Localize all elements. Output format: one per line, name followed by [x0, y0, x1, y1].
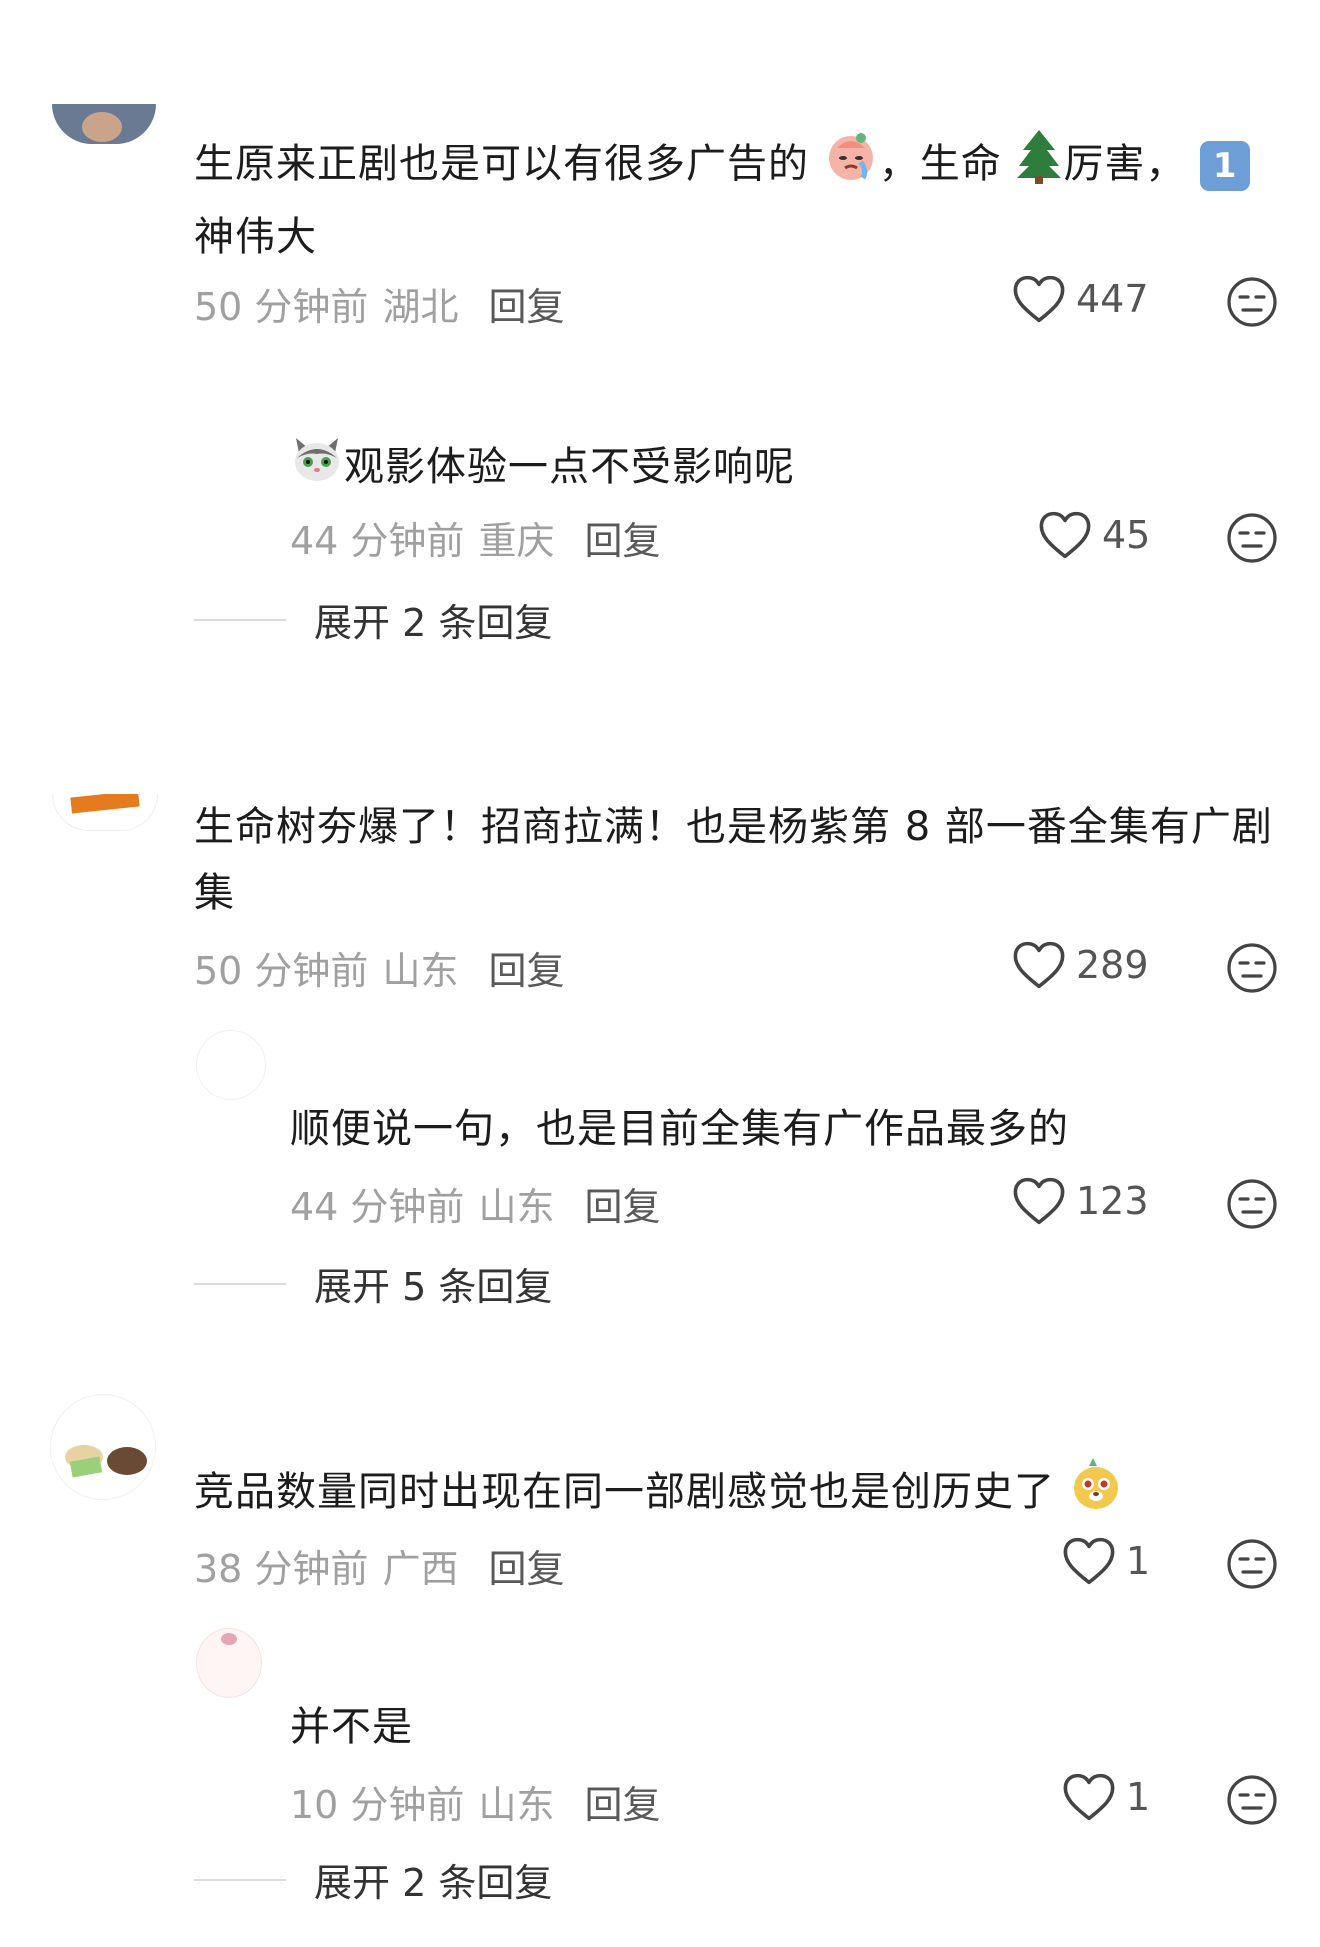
expand-replies-button[interactable]: 展开 2 条回复	[194, 1852, 552, 1907]
heart-outline-icon	[1062, 1772, 1116, 1822]
like-button[interactable]: 123	[1012, 1176, 1149, 1226]
comment-meta: 50 分钟前 山东 回复	[194, 940, 564, 995]
expand-replies-button[interactable]: 展开 5 条回复	[194, 1256, 552, 1311]
location: 山东	[478, 1783, 555, 1827]
divider	[194, 618, 286, 621]
heart-outline-icon	[1038, 510, 1092, 560]
like-count: 447	[1076, 277, 1149, 321]
expand-label: 展开 2 条回复	[314, 601, 553, 645]
neutral-face-icon[interactable]	[1226, 1774, 1278, 1826]
comment-text: 生原来正剧也是可以有很多广告的 ，生命 厉害， 1 神伟大	[194, 128, 1274, 270]
like-count: 45	[1102, 513, 1151, 557]
expand-replies-button[interactable]: 展开 2 条回复	[194, 592, 552, 647]
keycap-one-emoji: 1	[1200, 141, 1251, 191]
comment-text: 并不是	[290, 1704, 413, 1750]
neutral-face-icon[interactable]	[1226, 1178, 1278, 1230]
comment-meta: 44 分钟前 重庆 回复	[290, 510, 660, 565]
reply-button[interactable]: 回复	[584, 1783, 660, 1827]
divider	[194, 1878, 286, 1881]
comment-meta: 44 分钟前 山东 回复	[290, 1176, 660, 1231]
reply-button[interactable]: 回复	[584, 519, 660, 563]
avatar[interactable]	[50, 1394, 156, 1500]
avatar[interactable]	[52, 794, 158, 831]
comment-text: 观影体验一点不受影响呢	[290, 432, 1190, 506]
heart-outline-icon	[1012, 274, 1066, 324]
reply-button[interactable]: 回复	[488, 1547, 564, 1591]
timestamp: 44 分钟前	[290, 519, 465, 563]
expand-label: 展开 2 条回复	[314, 1861, 553, 1905]
comment-text: 顺便说一句，也是目前全集有广作品最多的	[290, 1106, 1069, 1152]
like-button[interactable]: 289	[1012, 940, 1149, 990]
timestamp: 10 分钟前	[290, 1783, 465, 1827]
neutral-face-icon[interactable]	[1226, 512, 1278, 564]
comment-meta: 38 分钟前 广西 回复	[194, 1538, 564, 1593]
comment-meta: 50 分钟前 湖北 回复	[194, 276, 564, 331]
reply-button[interactable]: 回复	[488, 285, 564, 329]
heart-outline-icon	[1062, 1536, 1116, 1586]
like-count: 123	[1076, 1179, 1149, 1223]
neutral-face-icon[interactable]	[1226, 942, 1278, 994]
mole-face-emoji	[1069, 1456, 1123, 1532]
expand-label: 展开 5 条回复	[314, 1265, 553, 1309]
reply-button[interactable]: 回复	[488, 949, 564, 993]
crying-face-emoji	[823, 128, 879, 204]
like-button[interactable]: 45	[1038, 510, 1150, 560]
avatar[interactable]	[52, 104, 156, 144]
like-button[interactable]: 447	[1012, 274, 1149, 324]
like-count: 1	[1126, 1775, 1151, 1819]
location: 山东	[478, 1185, 555, 1229]
reply-button[interactable]: 回复	[584, 1185, 660, 1229]
cat-face-emoji	[290, 432, 344, 506]
avatar[interactable]	[196, 1628, 262, 1698]
timestamp: 50 分钟前	[194, 949, 369, 993]
timestamp: 50 分钟前	[194, 285, 369, 329]
timestamp: 44 分钟前	[290, 1185, 465, 1229]
avatar[interactable]	[196, 1030, 266, 1100]
comment-meta: 10 分钟前 山东 回复	[290, 1774, 660, 1829]
comment-text: 竞品数量同时出现在同一部剧感觉也是创历史了	[194, 1456, 1284, 1532]
location: 湖北	[382, 285, 459, 329]
timestamp: 38 分钟前	[194, 1547, 369, 1591]
like-count: 289	[1076, 943, 1149, 987]
neutral-face-icon[interactable]	[1226, 276, 1278, 328]
like-button[interactable]: 1	[1062, 1536, 1150, 1586]
like-count: 1	[1126, 1539, 1151, 1583]
like-button[interactable]: 1	[1062, 1772, 1150, 1822]
evergreen-tree-emoji	[1015, 128, 1063, 204]
heart-outline-icon	[1012, 940, 1066, 990]
location: 重庆	[478, 519, 555, 563]
divider	[194, 1282, 286, 1285]
heart-outline-icon	[1012, 1176, 1066, 1226]
comment-text: 生命树夯爆了！招商拉满！也是杨紫第 8 部一番全集有广剧集	[194, 804, 1273, 916]
location: 广西	[382, 1547, 459, 1591]
location: 山东	[382, 949, 459, 993]
neutral-face-icon[interactable]	[1226, 1538, 1278, 1590]
